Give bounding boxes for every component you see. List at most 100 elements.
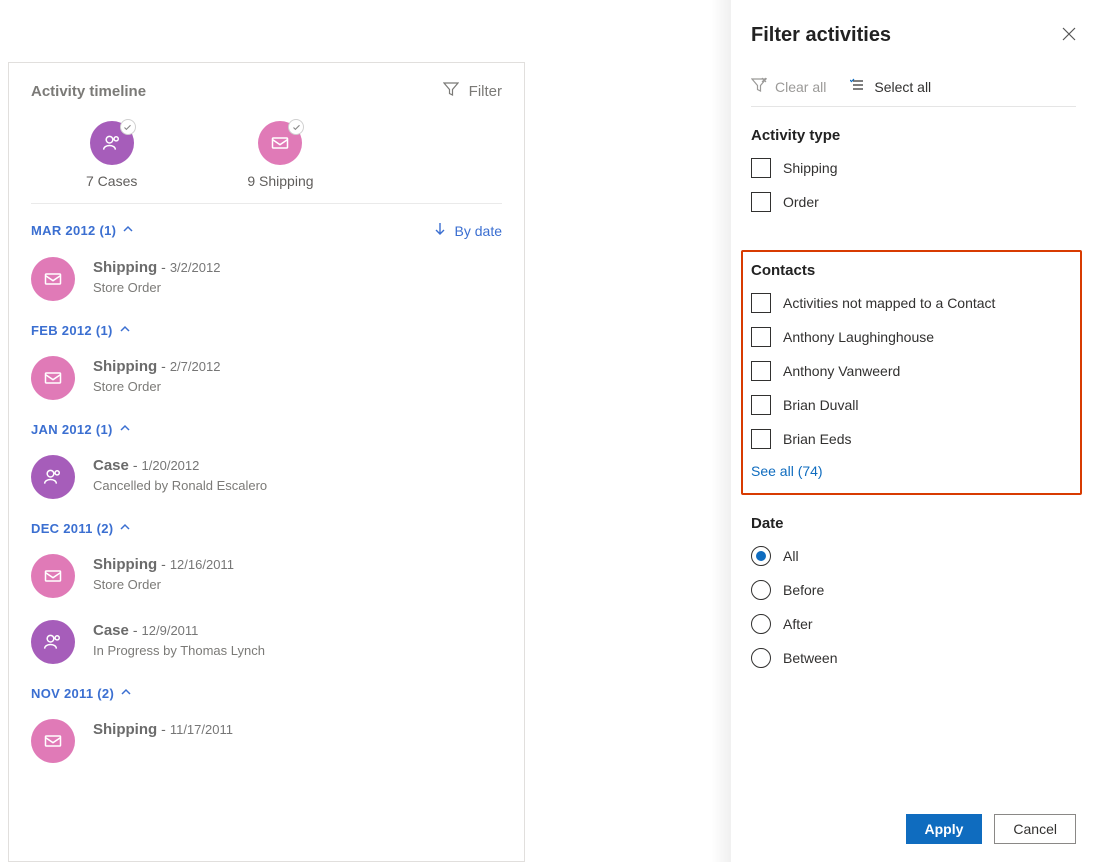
date-options-list: All Before After Between <box>751 546 1076 668</box>
arrow-down-icon <box>433 222 447 239</box>
summary-cases[interactable]: 7 Cases <box>86 121 137 189</box>
person-icon <box>31 620 75 664</box>
activity-sub: Store Order <box>93 280 220 295</box>
filter-panel: Filter activities Clear all Select all A… <box>731 0 1096 862</box>
shipping-icon <box>258 121 302 165</box>
filter-button[interactable]: Filter <box>443 81 502 101</box>
by-date-label: By date <box>455 223 502 239</box>
radio-icon <box>751 580 771 600</box>
radio-icon <box>751 614 771 634</box>
see-all-link[interactable]: See all (74) <box>751 463 1072 479</box>
checkbox-contact[interactable]: Brian Duvall <box>751 395 1072 415</box>
radio-between[interactable]: Between <box>751 648 1076 668</box>
envelope-icon <box>31 719 75 763</box>
contacts-list: Activities not mapped to a Contact Anthon… <box>751 293 1072 449</box>
date-section: Date AllBeforeAfterBetween <box>751 515 1076 682</box>
activity-row[interactable]: Case - 12/9/2011In Progress by Thomas Ly… <box>31 620 502 664</box>
activity-type-section: Activity type Shipping Order <box>751 127 1076 226</box>
activity-text: Case - 1/20/2012 Cancelled by Ronald Esca… <box>93 455 267 499</box>
radio-label: Before <box>783 582 824 598</box>
chevron-up-icon <box>122 223 134 238</box>
group-header[interactable]: JAN 2012 (1) <box>31 422 502 437</box>
group-header[interactable]: FEB 2012 (1) <box>31 323 502 338</box>
group-header-label: FEB 2012 (1) <box>31 323 113 338</box>
chevron-up-icon <box>119 521 131 536</box>
radio-all[interactable]: All <box>751 546 1076 566</box>
contacts-highlight-frame: Contacts Activities not mapped to a Cont… <box>741 250 1082 495</box>
checkbox-shipping[interactable]: Shipping <box>751 158 1076 178</box>
checkbox-label: Brian Duvall <box>783 397 858 413</box>
chevron-up-icon <box>119 422 131 437</box>
checkbox-label: Activities not mapped to a Contact <box>783 295 995 311</box>
timeline-header: Activity timeline Filter <box>31 81 502 101</box>
summary-shipping[interactable]: 9 Shipping <box>247 121 313 189</box>
clear-all-button[interactable]: Clear all <box>751 77 826 96</box>
summary-row: 7 Cases 9 Shipping <box>31 121 502 189</box>
checkbox-contact[interactable]: Anthony Vanweerd <box>751 361 1072 381</box>
cases-icon <box>90 121 134 165</box>
filter-label: Filter <box>469 83 502 100</box>
activity-type: Shipping <box>93 556 157 573</box>
checkbox-contact[interactable]: Anthony Laughinghouse <box>751 327 1072 347</box>
radio-label: Between <box>783 650 837 666</box>
checkbox-icon <box>751 429 771 449</box>
timeline-group: FEB 2012 (1) Shipping - 2/7/2012Store Ord… <box>31 323 502 400</box>
group-header-label: DEC 2011 (2) <box>31 521 113 536</box>
dash: - <box>133 622 138 638</box>
checkbox-contact[interactable]: Activities not mapped to a Contact <box>751 293 1072 313</box>
checkbox-label: Anthony Laughinghouse <box>783 329 934 345</box>
checkbox-order[interactable]: Order <box>751 192 1076 212</box>
summary-cases-label: 7 Cases <box>86 173 137 189</box>
check-badge-icon <box>288 119 304 135</box>
radio-after[interactable]: After <box>751 614 1076 634</box>
checkbox-label: Shipping <box>783 160 838 176</box>
group-header[interactable]: MAR 2012 (1) <box>31 223 134 238</box>
summary-shipping-label: 9 Shipping <box>247 173 313 189</box>
radio-icon <box>751 648 771 668</box>
sort-by-date[interactable]: By date <box>433 222 502 239</box>
cancel-button[interactable]: Cancel <box>994 814 1076 844</box>
radio-before[interactable]: Before <box>751 580 1076 600</box>
group-header[interactable]: NOV 2011 (2) <box>31 686 502 701</box>
activity-title-line: Shipping - 3/2/2012 <box>93 259 220 276</box>
radio-icon <box>751 546 771 566</box>
activity-date: 11/17/2011 <box>170 722 233 737</box>
activity-row[interactable]: Shipping - 11/17/2011 <box>31 719 502 763</box>
select-all-label: Select all <box>874 79 931 95</box>
activity-row[interactable]: Shipping - 2/7/2012Store Order <box>31 356 502 400</box>
activity-text: Case - 12/9/2011In Progress by Thomas Ly… <box>93 620 265 664</box>
close-button[interactable] <box>1062 27 1076 44</box>
timeline-title: Activity timeline <box>31 83 146 100</box>
activity-title-line: Shipping - 12/16/2011 <box>93 556 234 573</box>
activity-row[interactable]: Shipping - 3/2/2012 Store Order <box>31 257 502 301</box>
activity-sub: Cancelled by Ronald Escalero <box>93 478 267 493</box>
activity-title-line: Case - 12/9/2011 <box>93 622 265 639</box>
activity-date: 1/20/2012 <box>142 458 200 473</box>
activity-type: Shipping <box>93 259 157 276</box>
activity-type: Case <box>93 457 129 474</box>
panel-header: Filter activities <box>751 24 1076 47</box>
activity-type-head: Activity type <box>751 127 1076 144</box>
checkbox-icon <box>751 192 771 212</box>
checkbox-contact[interactable]: Brian Eeds <box>751 429 1072 449</box>
envelope-icon <box>31 257 75 301</box>
chevron-up-icon <box>120 686 132 701</box>
close-icon <box>1062 28 1076 44</box>
apply-button[interactable]: Apply <box>906 814 983 844</box>
activity-row[interactable]: Case - 1/20/2012 Cancelled by Ronald Esca… <box>31 455 502 499</box>
timeline-groups: MAR 2012 (1) By date Shipping - 3/2/2012 St… <box>31 222 502 763</box>
checkbox-label: Order <box>783 194 819 210</box>
select-all-button[interactable]: Select all <box>850 77 931 96</box>
activity-row[interactable]: Shipping - 12/16/2011Store Order <box>31 554 502 598</box>
activity-date: 12/9/2011 <box>142 623 199 638</box>
activity-title-line: Shipping - 11/17/2011 <box>93 721 233 738</box>
clear-all-label: Clear all <box>775 79 826 95</box>
activity-date: 3/2/2012 <box>170 260 221 275</box>
activity-text: Shipping - 12/16/2011Store Order <box>93 554 234 598</box>
timeline-group: MAR 2012 (1) By date Shipping - 3/2/2012 St… <box>31 222 502 301</box>
dash: - <box>161 721 166 737</box>
timeline-card: Activity timeline Filter 7 Cases <box>8 62 525 862</box>
panel-footer: Apply Cancel <box>751 802 1076 844</box>
dash: - <box>133 457 138 473</box>
group-header[interactable]: DEC 2011 (2) <box>31 521 502 536</box>
